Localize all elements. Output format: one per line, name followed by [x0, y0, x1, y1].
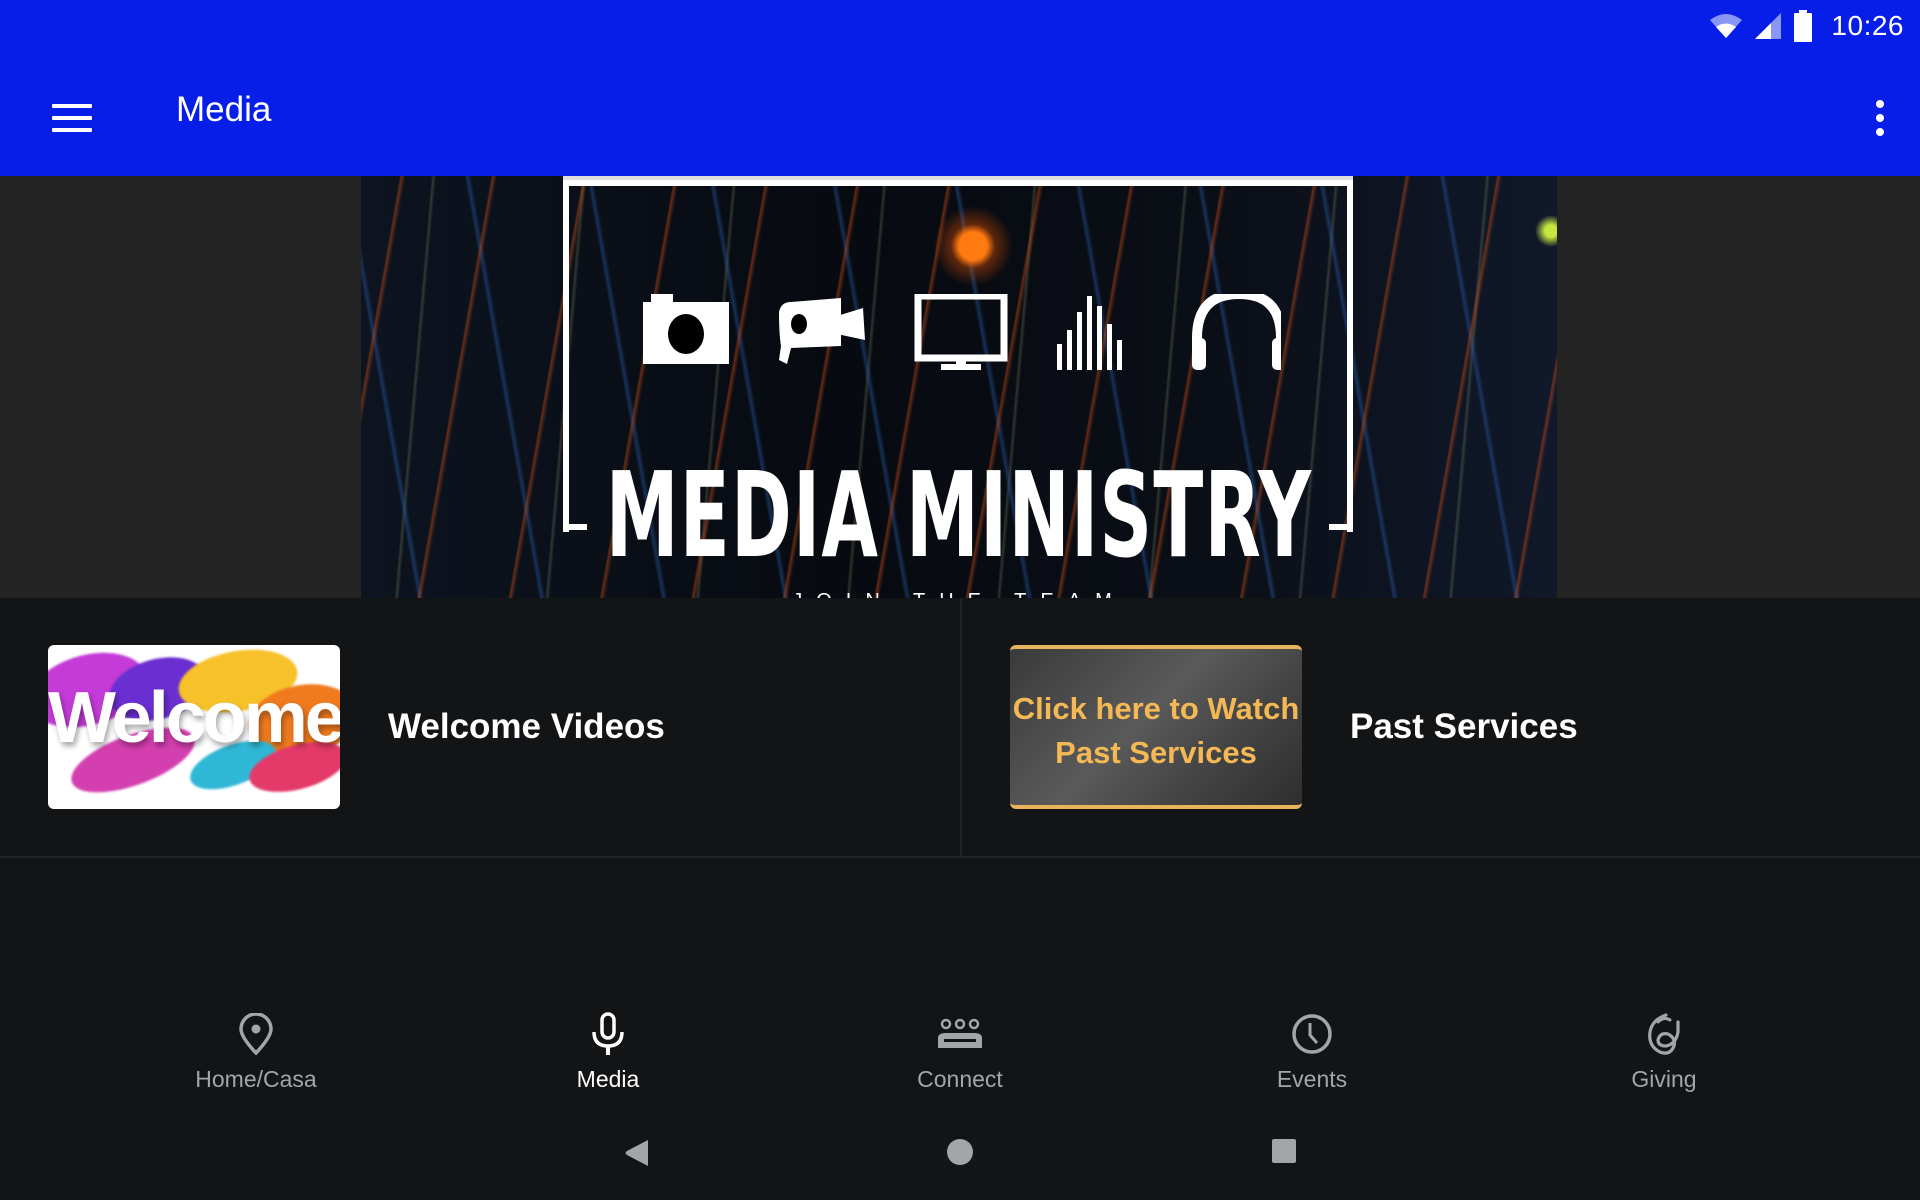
cell-signal-icon	[1755, 13, 1782, 39]
audio-levels-icon	[1057, 296, 1122, 370]
thumbnail-line-1: Click here to Watch	[1012, 691, 1300, 726]
welcome-thumbnail-text: Welcome	[48, 678, 340, 758]
welcome-thumbnail: Welcome	[48, 645, 340, 809]
video-camera-icon	[779, 298, 865, 364]
clock-icon	[1292, 1014, 1332, 1054]
status-bar: 10:26	[1709, 6, 1904, 46]
banner-frame-corner-right	[1329, 524, 1353, 530]
monitor-icon	[914, 294, 1008, 370]
bottom-navigation: Home/Casa Media Connect Events Giving	[0, 990, 1920, 1100]
system-navigation-bar	[0, 1120, 1920, 1200]
media-cards: Welcome Welcome Videos Click here to Wat…	[0, 598, 1920, 858]
past-services-thumbnail-text: Click here to Watch Past Services	[1010, 687, 1302, 775]
welcome-videos-label: Welcome Videos	[388, 707, 665, 746]
top-bar: 10:26 Media	[0, 0, 1920, 176]
banner-subtitle: JOIN THE TEAM	[361, 590, 1557, 598]
banner-icons	[643, 294, 1281, 370]
camera-icon	[643, 294, 729, 364]
banner-title: MEDIA MINISTRY	[605, 446, 1313, 584]
nav-label: Connect	[917, 1066, 1003, 1092]
thumbnail-line-2: Past Services	[1055, 735, 1257, 770]
banner-frame-corner-left	[563, 524, 587, 530]
group-icon	[938, 1018, 982, 1048]
headphones-icon	[1192, 294, 1281, 370]
home-icon[interactable]	[946, 1138, 974, 1166]
welcome-videos-card[interactable]: Welcome Welcome Videos	[0, 598, 960, 856]
banner-area: MEDIA MINISTRY JOIN THE TEAM	[0, 176, 1920, 598]
wifi-icon	[1710, 14, 1743, 38]
app-bar: Media	[0, 60, 1920, 176]
status-time: 10:26	[1831, 10, 1904, 41]
nav-item-events[interactable]: Events	[1192, 990, 1432, 1100]
media-ministry-banner[interactable]: MEDIA MINISTRY JOIN THE TEAM	[361, 176, 1557, 598]
back-icon[interactable]	[624, 1138, 650, 1168]
past-services-label: Past Services	[1350, 707, 1578, 746]
page-title: Media	[176, 90, 272, 129]
hamburger-menu-icon[interactable]	[44, 96, 100, 140]
nav-label: Events	[1276, 1066, 1348, 1092]
nav-item-giving[interactable]: Giving	[1544, 990, 1784, 1100]
more-vertical-icon[interactable]	[1870, 94, 1890, 142]
nav-item-media[interactable]: Media	[488, 990, 728, 1100]
past-services-thumbnail: Click here to Watch Past Services	[1010, 645, 1302, 809]
nav-item-home-casa[interactable]: Home/Casa	[136, 990, 376, 1100]
nav-label: Home/Casa	[195, 1066, 317, 1092]
microphone-icon	[592, 1012, 624, 1055]
map-pin-icon	[239, 1013, 273, 1055]
recents-icon[interactable]	[1271, 1138, 1297, 1164]
giving-hand-icon	[1648, 1013, 1680, 1055]
battery-icon	[1794, 10, 1813, 42]
nav-label: Media	[576, 1066, 640, 1092]
past-services-card[interactable]: Click here to Watch Past Services Past S…	[962, 598, 1920, 856]
nav-item-connect[interactable]: Connect	[840, 990, 1080, 1100]
nav-label: Giving	[1631, 1066, 1697, 1092]
